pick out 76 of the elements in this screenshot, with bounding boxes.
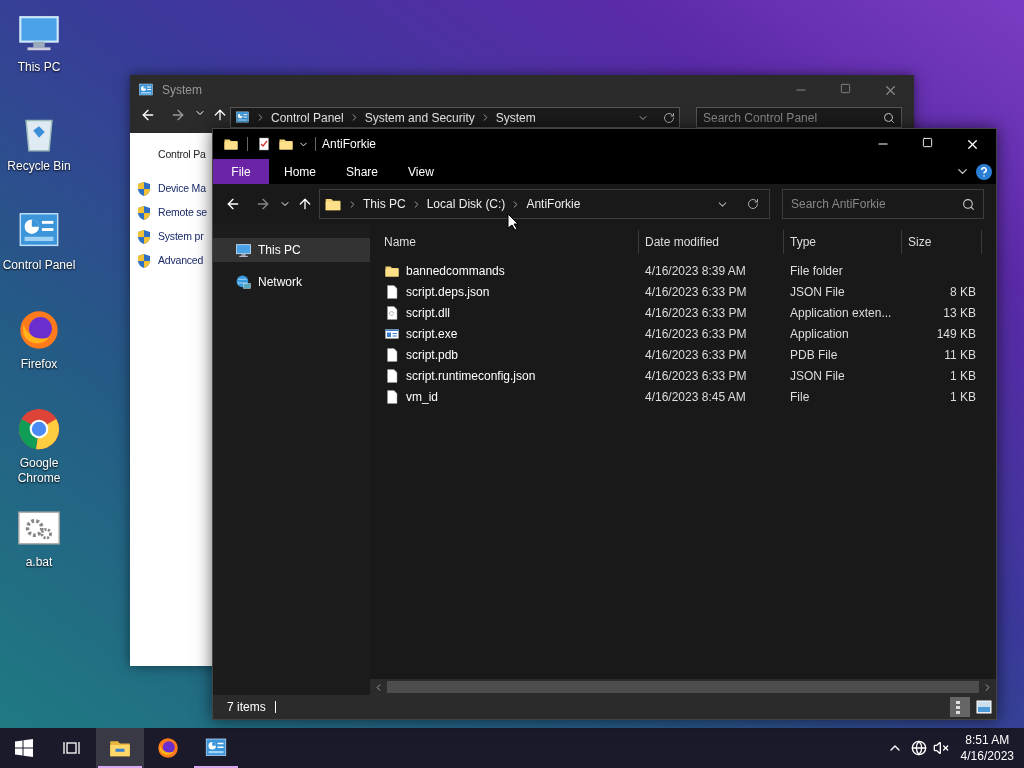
file-icon bbox=[384, 283, 400, 300]
desktop-icon-label[interactable]: This PC bbox=[17, 60, 61, 75]
back-icon[interactable] bbox=[225, 196, 241, 212]
file-icon bbox=[384, 388, 400, 405]
ribbon-tab[interactable]: View bbox=[393, 159, 449, 184]
search-field[interactable]: Search Control Panel bbox=[696, 107, 902, 128]
muted-speaker-icon[interactable] bbox=[932, 740, 949, 756]
breadcrumb-item[interactable]: System and Security bbox=[364, 108, 475, 127]
file-row[interactable]: script.dll 4/16/2023 6:33 PM Application exten... 13 KB bbox=[378, 302, 996, 323]
shield-icon bbox=[136, 228, 152, 245]
desktop-icon-label[interactable]: Control Panel bbox=[2, 258, 76, 273]
ribbon-tab[interactable]: Home bbox=[269, 159, 331, 184]
refresh-icon[interactable] bbox=[663, 111, 675, 124]
pane-link[interactable]: Remote se bbox=[158, 204, 207, 221]
mouse-cursor-icon bbox=[507, 213, 519, 231]
search-icon bbox=[883, 111, 895, 124]
task-view-icon[interactable] bbox=[63, 740, 81, 756]
pane-link[interactable]: System pr bbox=[158, 228, 204, 245]
window-title: AntiForkie bbox=[322, 136, 377, 153]
file-row[interactable]: bannedcommands 4/16/2023 8:39 AM File folder bbox=[378, 260, 996, 281]
file-row[interactable]: script.pdb 4/16/2023 6:33 PM PDB File 11 KB bbox=[378, 344, 996, 365]
nav-item[interactable]: Network bbox=[213, 270, 370, 294]
back-icon[interactable] bbox=[140, 107, 156, 123]
thumbnail-view-icon[interactable] bbox=[976, 700, 992, 714]
desktop-icon-label[interactable]: Google Chrome bbox=[0, 456, 78, 486]
desktop-icon-label[interactable]: a.bat bbox=[25, 555, 53, 570]
up-icon[interactable] bbox=[297, 196, 313, 212]
search-icon bbox=[962, 197, 975, 211]
gear-file-icon bbox=[384, 304, 400, 321]
breadcrumb-item[interactable]: This PC bbox=[363, 195, 406, 213]
chrome-icon bbox=[16, 406, 62, 452]
breadcrumb-item[interactable]: Control Panel bbox=[271, 108, 344, 127]
file-row[interactable]: script.exe 4/16/2023 6:33 PM Application 149 KB bbox=[378, 323, 996, 344]
file-row[interactable]: vm_id 4/16/2023 8:45 AM File 1 KB bbox=[378, 386, 996, 407]
taskbar-app[interactable] bbox=[96, 728, 144, 768]
properties-icon bbox=[256, 136, 272, 152]
details-view-icon[interactable] bbox=[950, 697, 970, 717]
help-icon[interactable] bbox=[976, 163, 992, 180]
column-header[interactable]: Date modified bbox=[639, 230, 784, 254]
column-header[interactable]: Type bbox=[784, 230, 902, 254]
breadcrumb-item[interactable]: System bbox=[495, 108, 536, 127]
clock[interactable]: 8:51 AM 4/16/2023 bbox=[960, 732, 1014, 764]
shield-icon bbox=[136, 180, 152, 197]
status-text: 7 items bbox=[227, 699, 266, 716]
computer-icon bbox=[235, 241, 252, 259]
shield-icon bbox=[136, 204, 152, 221]
system-icon bbox=[138, 82, 154, 98]
column-header[interactable]: Size bbox=[902, 230, 982, 254]
window-title: System bbox=[162, 82, 202, 99]
ribbon-tab[interactable]: Share bbox=[331, 159, 394, 184]
up-icon[interactable] bbox=[212, 107, 228, 123]
refresh-icon[interactable] bbox=[747, 198, 759, 210]
pane-link[interactable]: Device Ma bbox=[158, 180, 206, 197]
windows-logo-icon bbox=[15, 739, 33, 757]
search-field[interactable]: Search AntiForkie bbox=[782, 189, 984, 219]
globe-icon bbox=[235, 273, 252, 291]
file-icon bbox=[384, 367, 400, 384]
shield-icon bbox=[136, 252, 152, 269]
pane-link[interactable]: Advanced bbox=[158, 252, 204, 269]
desktop-icon-label[interactable]: Recycle Bin bbox=[7, 159, 71, 174]
forward-icon[interactable] bbox=[170, 107, 186, 123]
file-row[interactable]: script.deps.json 4/16/2023 6:33 PM JSON File 8 KB bbox=[378, 281, 996, 302]
nav-item[interactable]: This PC bbox=[213, 238, 370, 262]
network-icon[interactable] bbox=[910, 740, 927, 756]
file-tab[interactable]: File bbox=[213, 159, 269, 184]
forward-icon[interactable] bbox=[255, 196, 271, 212]
breadcrumb-item[interactable]: AntiForkie bbox=[526, 195, 581, 213]
address-bar[interactable]: Control Panel System and Security System bbox=[230, 107, 680, 128]
breadcrumb-item[interactable]: Local Disk (C:) bbox=[426, 195, 506, 213]
address-bar[interactable]: This PC Local Disk (C:) AntiForkie bbox=[319, 189, 770, 219]
file-icon bbox=[384, 346, 400, 363]
pane-link[interactable]: Control Pa bbox=[158, 147, 206, 163]
firefox-icon bbox=[156, 736, 180, 760]
file-row[interactable]: script.runtimeconfig.json 4/16/2023 6:33 PM JSON File 1 KB bbox=[378, 365, 996, 386]
desktop-icon-label[interactable]: Firefox bbox=[20, 357, 58, 372]
control-panel-icon bbox=[235, 110, 250, 125]
